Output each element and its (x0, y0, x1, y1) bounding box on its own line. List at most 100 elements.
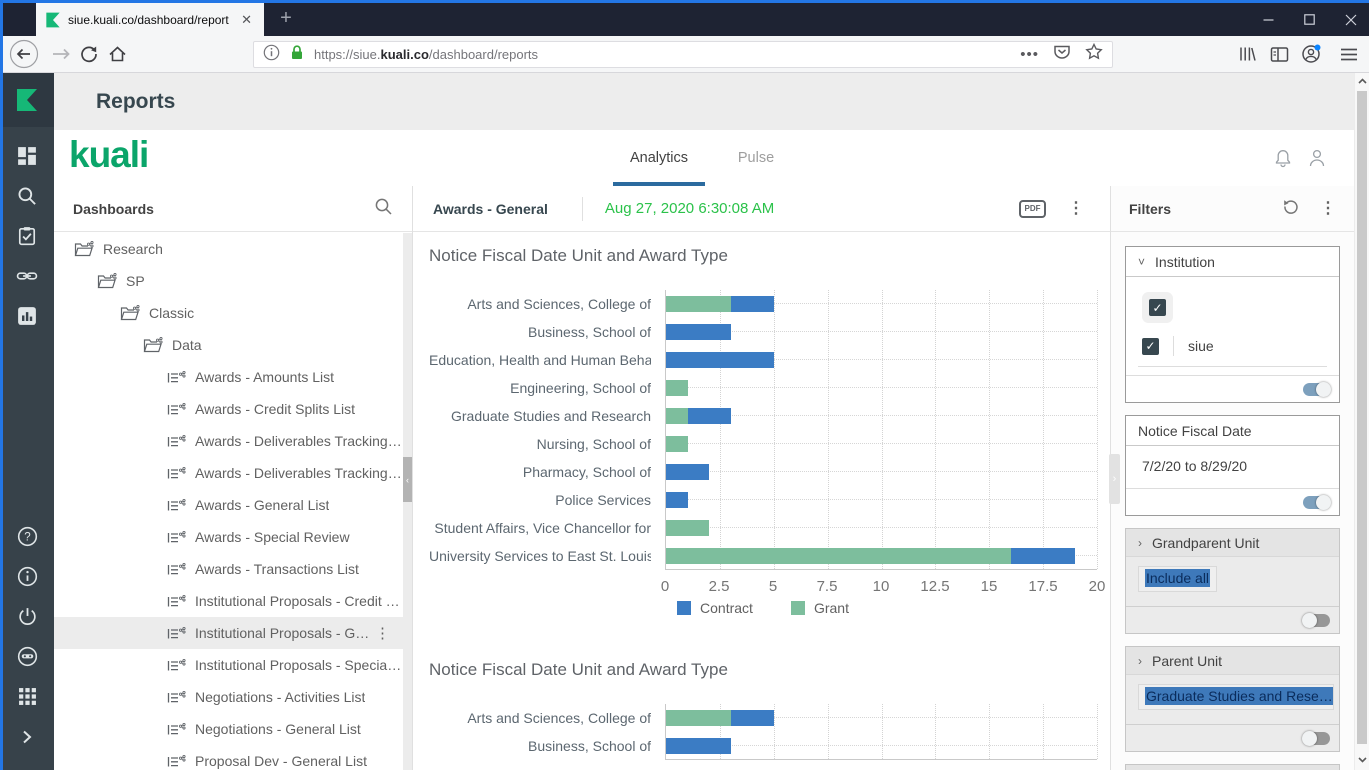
report-menu-button[interactable]: ⋮ (1068, 204, 1084, 214)
account-icon[interactable] (1298, 36, 1324, 72)
forward-button[interactable] (48, 36, 74, 72)
tree-report-negotiations-general-list[interactable]: Negotiations - General List (54, 713, 403, 745)
notifications-bell-icon[interactable] (1272, 147, 1294, 174)
new-tab-button[interactable]: + (272, 5, 300, 31)
bar-segment-contract[interactable] (666, 492, 688, 508)
legend-item-grant[interactable]: Grant (791, 600, 849, 616)
home-button[interactable] (104, 36, 130, 72)
stacked-bar[interactable] (666, 548, 1097, 564)
bar-segment-contract[interactable] (731, 296, 774, 312)
date-range-value[interactable]: 7/2/20 to 8/29/20 (1138, 448, 1327, 486)
library-icon[interactable] (1234, 36, 1260, 72)
stacked-bar[interactable] (666, 464, 1097, 480)
sidebars-icon[interactable] (1266, 36, 1292, 72)
date-filter-toggle[interactable] (1303, 496, 1330, 509)
tab-close-icon[interactable]: ✕ (238, 12, 255, 28)
reload-button[interactable] (76, 36, 102, 72)
stacked-bar[interactable] (666, 738, 1097, 754)
tree-report-awards-amounts-list[interactable]: Awards - Amounts List (54, 361, 403, 393)
scroll-up-icon[interactable] (1355, 73, 1369, 89)
stacked-bar[interactable] (666, 352, 1097, 368)
tree-report-institutional-proposals-special-rev[interactable]: Institutional Proposals - Special Rev… (54, 649, 403, 681)
filters-collapse-handle[interactable]: › (1109, 454, 1120, 504)
stacked-bar[interactable] (666, 408, 1097, 424)
info-icon[interactable] (16, 565, 39, 588)
report-timestamp[interactable]: Aug 27, 2020 6:30:08 AM (605, 200, 774, 217)
bar-segment-grant[interactable] (666, 296, 731, 312)
reset-filters-icon[interactable] (1282, 197, 1300, 220)
parent-unit-chip[interactable]: Graduate Studies and Rese… (1138, 684, 1334, 710)
dashboard-icon[interactable] (16, 144, 39, 167)
page-actions-icon[interactable]: ••• (1020, 46, 1039, 63)
bar-segment-grant[interactable] (666, 710, 731, 726)
bookmark-star-icon[interactable] (1085, 43, 1103, 66)
help-icon[interactable]: ? (16, 525, 39, 548)
institution-filter-toggle[interactable] (1303, 383, 1330, 396)
stacked-bar[interactable] (666, 324, 1097, 340)
filter-grandparent-header[interactable]: › Grandparent Unit (1126, 529, 1339, 557)
tree-report-awards-deliverables-tracking-agg[interactable]: Awards - Deliverables Tracking Agg (54, 425, 403, 457)
stacked-bar[interactable] (666, 520, 1097, 536)
stacked-bar[interactable] (666, 436, 1097, 452)
stacked-bar[interactable] (666, 492, 1097, 508)
export-pdf-button[interactable]: PDF (1019, 200, 1046, 218)
tree-report-institutional-proposals-gene[interactable]: Institutional Proposals - Gene…⋮ (54, 617, 403, 649)
bar-segment-contract[interactable] (666, 738, 731, 754)
page-scrollbar[interactable] (1354, 73, 1369, 770)
tree-folder-data[interactable]: Data (54, 329, 403, 361)
bar-segment-contract[interactable] (688, 408, 731, 424)
tree-folder-classic[interactable]: Classic (54, 297, 403, 329)
browser-tab[interactable]: siue.kuali.co/dashboard/report ✕ (36, 0, 264, 36)
apps-grid-icon[interactable] (16, 685, 39, 708)
back-button[interactable] (8, 36, 40, 72)
tab-analytics[interactable]: Analytics (613, 130, 705, 186)
search-icon[interactable] (16, 184, 39, 207)
site-info-icon[interactable] (263, 44, 280, 66)
tree-report-awards-general-list[interactable]: Awards - General List (54, 489, 403, 521)
bar-segment-contract[interactable] (666, 324, 731, 340)
filter-lead-header[interactable]: › Lead Unit (1126, 765, 1339, 770)
tab-pulse[interactable]: Pulse (726, 130, 786, 186)
grandparent-unit-chip[interactable]: Include all (1138, 566, 1217, 592)
tree-report-awards-deliverables-tracking-list[interactable]: Awards - Deliverables Tracking List (54, 457, 403, 489)
tree-report-awards-transactions-list[interactable]: Awards - Transactions List (54, 553, 403, 585)
tree-report-negotiations-activities-list[interactable]: Negotiations - Activities List (54, 681, 403, 713)
lock-icon[interactable] (289, 44, 305, 66)
url-bar[interactable]: https://siue.kuali.co/dashboard/reports … (253, 41, 1113, 68)
legend-item-contract[interactable]: Contract (677, 600, 753, 616)
panel-collapse-handle[interactable]: ‹ (403, 457, 412, 502)
expand-chevron-icon[interactable] (16, 725, 39, 748)
bar-segment-grant[interactable] (666, 380, 688, 396)
bot-icon[interactable] (16, 645, 39, 668)
filters-menu-button[interactable]: ⋮ (1320, 204, 1336, 214)
tree-report-awards-special-review[interactable]: Awards - Special Review (54, 521, 403, 553)
bar-segment-contract[interactable] (666, 464, 709, 480)
siue-checkbox[interactable]: ✓ (1142, 338, 1159, 355)
stacked-bar[interactable] (666, 710, 1097, 726)
tree-item-menu-button[interactable]: ⋮ (375, 624, 390, 642)
bar-segment-contract[interactable] (666, 352, 774, 368)
pocket-icon[interactable] (1053, 44, 1071, 66)
bar-segment-contract[interactable] (731, 710, 774, 726)
grandparent-filter-toggle[interactable] (1303, 614, 1330, 627)
tree-folder-sp[interactable]: SP (54, 265, 403, 297)
stacked-bar[interactable] (666, 296, 1097, 312)
bar-segment-contract[interactable] (1011, 548, 1076, 564)
kuali-logo-icon[interactable] (0, 73, 54, 127)
link-icon[interactable] (16, 264, 39, 287)
parent-filter-toggle[interactable] (1303, 732, 1330, 745)
bar-segment-grant[interactable] (666, 548, 1011, 564)
tasks-icon[interactable] (16, 224, 39, 247)
filter-parent-header[interactable]: › Parent Unit (1126, 647, 1339, 675)
user-profile-icon[interactable] (1306, 147, 1328, 174)
bar-segment-grant[interactable] (666, 408, 688, 424)
tree-report-institutional-proposals-credit-split[interactable]: Institutional Proposals - Credit Split… (54, 585, 403, 617)
select-all-checkbox[interactable]: ✓ (1149, 299, 1166, 316)
reports-chart-icon[interactable] (16, 304, 39, 327)
stacked-bar[interactable] (666, 380, 1097, 396)
scrollbar-thumb[interactable] (1357, 91, 1367, 744)
menu-hamburger-icon[interactable] (1336, 36, 1362, 72)
scroll-down-icon[interactable] (1355, 752, 1369, 768)
tree-folder-research[interactable]: Research (54, 233, 403, 265)
tree-scrollbar[interactable]: ‹ (403, 233, 412, 770)
